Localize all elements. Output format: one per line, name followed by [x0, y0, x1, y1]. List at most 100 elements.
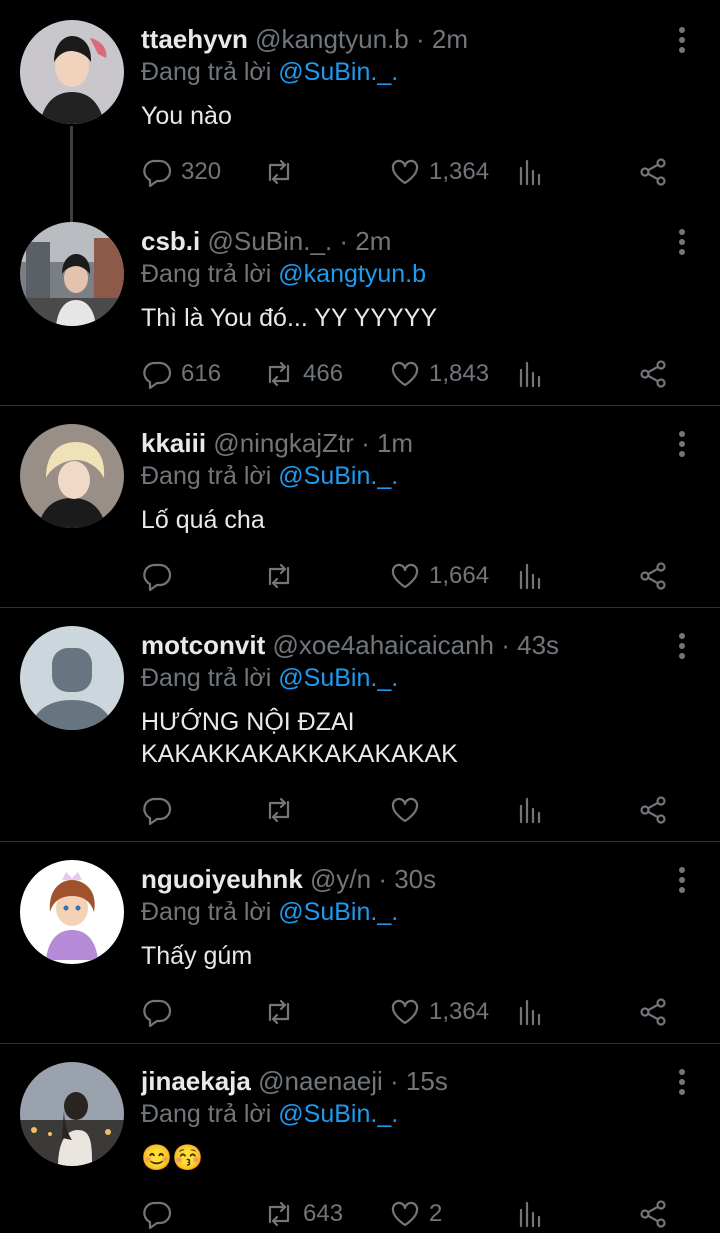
- views-button[interactable]: [515, 1196, 547, 1232]
- views-button[interactable]: [515, 994, 547, 1030]
- heart-icon: [389, 1198, 421, 1230]
- speech-bubble-icon: [141, 996, 173, 1028]
- avatar[interactable]: [20, 424, 124, 528]
- timestamp[interactable]: · 30s: [378, 864, 436, 894]
- bar-chart-icon: [515, 1198, 547, 1230]
- tweet[interactable]: jinaekaja @naenaeji · 15s Đang trả lời @…: [0, 1042, 720, 1233]
- tweet[interactable]: kkaiii @ningkajZtr · 1m Đang trả lời @Su…: [0, 404, 720, 608]
- share-icon: [637, 560, 669, 592]
- heart-icon: [389, 560, 421, 592]
- more-options-button[interactable]: [678, 867, 686, 897]
- tweet-header: motconvit @xoe4ahaicaicanh · 43s: [141, 630, 660, 661]
- like-button[interactable]: [389, 792, 429, 828]
- speech-bubble-icon: [141, 358, 173, 390]
- more-options-button[interactable]: [678, 229, 686, 259]
- share-button[interactable]: [637, 356, 669, 392]
- retweet-button[interactable]: [263, 792, 303, 828]
- display-name[interactable]: ttaehyvn: [141, 24, 248, 54]
- display-name[interactable]: kkaiii: [141, 428, 206, 458]
- heart-icon: [389, 996, 421, 1028]
- display-name[interactable]: jinaekaja: [141, 1066, 251, 1096]
- reply-mention-link[interactable]: @kangtyun.b: [278, 260, 426, 288]
- share-icon: [637, 996, 669, 1028]
- reply-mention-link[interactable]: @SuBin._.: [278, 462, 398, 490]
- handle[interactable]: @SuBin._.: [207, 226, 332, 256]
- avatar[interactable]: [20, 1062, 124, 1166]
- heart-icon: [389, 794, 421, 826]
- tweet-text: 😊😚: [141, 1144, 204, 1172]
- tweet-text: Thấy gúm: [141, 942, 253, 970]
- display-name[interactable]: motconvit: [141, 630, 265, 660]
- tweet-actions: 1,364: [141, 994, 681, 1030]
- tweet-header: csb.i @SuBin._. · 2m: [141, 226, 660, 257]
- tweet[interactable]: csb.i @SuBin._. · 2m Đang trả lời @kangt…: [0, 202, 720, 407]
- reply-button[interactable]: 616: [141, 356, 221, 392]
- like-button[interactable]: 1,843: [389, 356, 489, 392]
- views-button[interactable]: [515, 558, 547, 594]
- views-button[interactable]: [515, 356, 547, 392]
- share-button[interactable]: [637, 792, 669, 828]
- speech-bubble-icon: [141, 1198, 173, 1230]
- reply-count: 616: [181, 360, 222, 387]
- handle[interactable]: @xoe4ahaicaicanh: [272, 630, 494, 660]
- tweet-actions: 320 1,364: [141, 154, 681, 190]
- avatar[interactable]: [20, 20, 124, 124]
- handle[interactable]: @ningkajZtr: [213, 428, 354, 458]
- retweet-icon: [263, 156, 295, 188]
- reply-prefix: Đang trả lời: [141, 462, 279, 490]
- avatar[interactable]: [20, 860, 124, 964]
- retweet-button[interactable]: 466: [263, 356, 343, 392]
- avatar-default[interactable]: [20, 626, 124, 730]
- reply-mention-link[interactable]: @SuBin._.: [278, 58, 398, 86]
- more-options-button[interactable]: [678, 633, 686, 663]
- reply-mention-link[interactable]: @SuBin._.: [278, 1100, 398, 1128]
- share-button[interactable]: [637, 154, 669, 190]
- more-options-button[interactable]: [678, 1069, 686, 1099]
- handle[interactable]: @kangtyun.b: [255, 24, 409, 54]
- share-button[interactable]: [637, 558, 669, 594]
- like-button[interactable]: 1,364: [389, 154, 489, 190]
- tweet-actions: [141, 792, 681, 828]
- tweet-actions: 643 2: [141, 1196, 681, 1232]
- tweet-text: Thì là You đó... YY YYYYY: [141, 304, 438, 332]
- reply-prefix: Đang trả lời: [141, 260, 279, 288]
- share-button[interactable]: [637, 994, 669, 1030]
- timestamp[interactable]: · 2m: [339, 226, 391, 256]
- handle[interactable]: @naenaeji: [258, 1066, 383, 1096]
- like-button[interactable]: 2: [389, 1196, 442, 1232]
- more-options-button[interactable]: [678, 431, 686, 461]
- views-button[interactable]: [515, 792, 547, 828]
- retweet-button[interactable]: [263, 994, 303, 1030]
- views-button[interactable]: [515, 154, 547, 190]
- like-button[interactable]: 1,664: [389, 558, 489, 594]
- reply-button[interactable]: [141, 792, 181, 828]
- retweet-button[interactable]: [263, 558, 303, 594]
- share-icon: [637, 156, 669, 188]
- retweet-button[interactable]: [263, 154, 303, 190]
- avatar[interactable]: [20, 222, 124, 326]
- timestamp[interactable]: · 1m: [361, 428, 413, 458]
- more-options-button[interactable]: [678, 27, 686, 57]
- timestamp[interactable]: · 15s: [390, 1066, 448, 1096]
- retweet-button[interactable]: 643: [263, 1196, 343, 1232]
- reply-mention-link[interactable]: @SuBin._.: [278, 898, 398, 926]
- speech-bubble-icon: [141, 560, 173, 592]
- handle[interactable]: @y/n: [310, 864, 371, 894]
- reply-mention-link[interactable]: @SuBin._.: [278, 664, 398, 692]
- tweet-header: jinaekaja @naenaeji · 15s: [141, 1066, 660, 1097]
- share-button[interactable]: [637, 1196, 669, 1232]
- reply-button[interactable]: [141, 994, 181, 1030]
- display-name[interactable]: csb.i: [141, 226, 200, 256]
- like-button[interactable]: 1,364: [389, 994, 489, 1030]
- like-count: 1,843: [429, 360, 490, 387]
- timestamp[interactable]: · 2m: [416, 24, 468, 54]
- timestamp[interactable]: · 43s: [501, 630, 559, 660]
- tweet[interactable]: nguoiyeuhnk @y/n · 30s Đang trả lời @SuB…: [0, 840, 720, 1044]
- reply-button[interactable]: [141, 1196, 181, 1232]
- display-name[interactable]: nguoiyeuhnk: [141, 864, 303, 894]
- reply-button[interactable]: 320: [141, 154, 221, 190]
- reply-button[interactable]: [141, 558, 181, 594]
- tweet[interactable]: ttaehyvn @kangtyun.b · 2m Đang trả lời @…: [0, 0, 720, 205]
- bar-chart-icon: [515, 156, 547, 188]
- tweet[interactable]: motconvit @xoe4ahaicaicanh · 43s Đang tr…: [0, 606, 720, 842]
